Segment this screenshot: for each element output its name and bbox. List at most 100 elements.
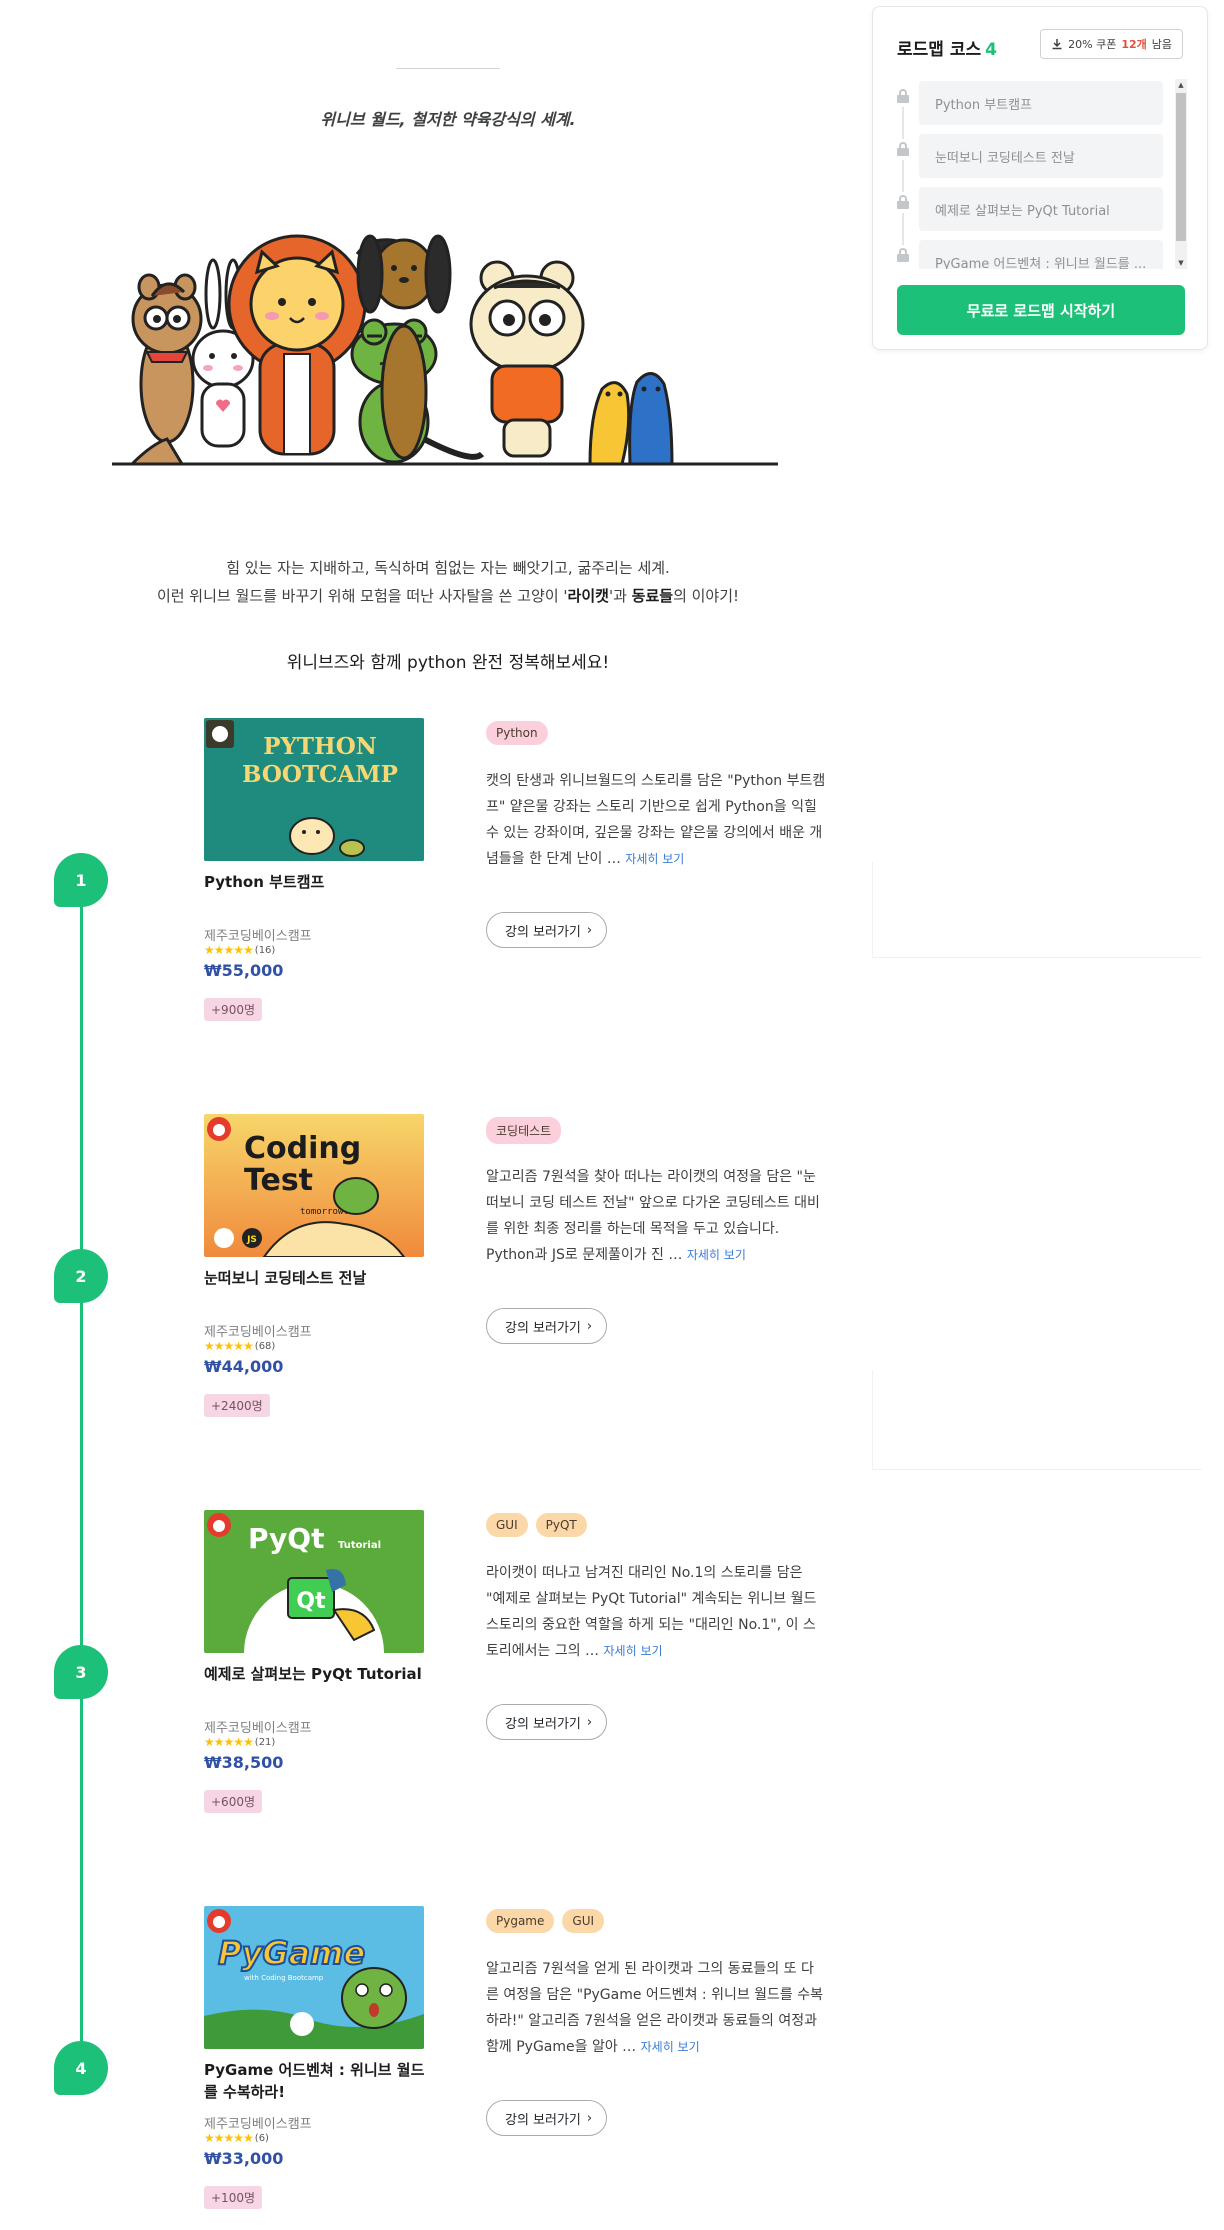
course-card-pyqt: PyQt Tutorial Qt 예제로 살펴보는 PyQt Tutorial … — [204, 1510, 844, 1840]
svg-text:PYTHON: PYTHON — [263, 733, 377, 760]
student-count-badge: +600명 — [204, 1790, 262, 1813]
intro-line-1: 힘 있는 자는 지배하고, 독식하며 힘없는 자는 빼앗기고, 굶주리는 세계. — [226, 559, 670, 577]
course-instructor: 제주코딩베이스캠프 — [204, 2117, 312, 2132]
scroll-up-arrow-icon[interactable]: ▲ — [1175, 79, 1187, 91]
read-more-link[interactable]: 자세히 보기 — [687, 1248, 746, 1262]
course-tags: Python — [486, 721, 548, 745]
lion-cat-character — [227, 234, 367, 456]
star-icons: ★★★★★ — [204, 1735, 254, 1749]
roadmap-list-item[interactable]: PyGame 어드벤쳐 : 위니브 월드를 ... — [893, 240, 1173, 269]
course-rating: ★★★★★ (68) — [204, 1339, 275, 1353]
svg-text:BOOTCAMP: BOOTCAMP — [242, 761, 398, 788]
tag-pyqt[interactable]: PyQT — [535, 1513, 587, 1537]
intro-line-2: 이런 위니브 월드를 바꾸기 위해 모험을 떠난 사자탈을 쓴 고양이 '라이캣… — [156, 587, 740, 605]
review-count: (68) — [254, 1340, 276, 1352]
connector-line — [902, 107, 904, 139]
download-icon — [1052, 39, 1062, 50]
roadmap-course-list[interactable]: Python 부트캠프 눈떠보니 코딩테스트 전날 예제로 살펴보는 PyQt … — [893, 79, 1189, 269]
course-title[interactable]: PyGame 어드벤쳐 : 위니브 월드를 수복하라! — [204, 2059, 429, 2103]
chevron-right-icon: › — [586, 1318, 593, 1334]
connector-line — [902, 160, 904, 192]
side-placeholder-panel — [872, 1370, 1202, 1470]
roadmap-sidebar-card: 로드맵 코스 4 20% 쿠폰 12개 남음 Python 부트캠프 눈떠보니 코딩테… — [872, 6, 1208, 350]
roadmap-list-item[interactable]: Python 부트캠프 — [893, 81, 1173, 139]
tag-gui[interactable]: GUI — [562, 1909, 605, 1933]
tag-pygame[interactable]: Pygame — [486, 1909, 555, 1933]
tag-python[interactable]: Python — [486, 721, 548, 745]
course-thumbnail[interactable]: PyQt Tutorial Qt — [204, 1510, 424, 1653]
roadmap-course-count: 4 — [985, 40, 997, 60]
scroll-down-arrow-icon[interactable]: ▼ — [1175, 257, 1187, 269]
course-thumbnail[interactable]: PyGame with Coding Bootcamp — [204, 1906, 424, 2049]
course-price: ₩44,000 — [204, 1357, 284, 1376]
review-count: (21) — [254, 1736, 276, 1748]
view-course-button[interactable]: 강의 보러가기 › — [486, 912, 608, 948]
tag-gui[interactable]: GUI — [486, 1513, 528, 1537]
course-description: 알고리즘 7원석을 얻게 된 라이캣과 그의 동료들의 또 다른 여정을 담은 … — [486, 1961, 824, 2055]
course-instructor: 제주코딩베이스캠프 — [204, 929, 312, 944]
roadmap-title: 로드맵 코스 4 — [897, 40, 997, 60]
course-rating: ★★★★★ (21) — [204, 1735, 275, 1749]
roadmap-item-label: 눈떠보니 코딩테스트 전날 — [919, 134, 1163, 178]
course-description: 알고리즘 7원석을 찾아 떠나는 라이캣의 여정을 담은 "눈떠보니 코딩 테스… — [486, 1169, 820, 1263]
svg-text:Test: Test — [244, 1163, 313, 1198]
lock-icon — [897, 142, 909, 156]
course-title[interactable]: 눈떠보니 코딩테스트 전날 — [204, 1267, 429, 1289]
course-rating: ★★★★★ (6) — [204, 2131, 269, 2145]
start-roadmap-button[interactable]: 무료로 로드맵 시작하기 — [897, 285, 1185, 335]
python-bootcamp-thumbnail-art: PYTHON BOOTCAMP — [204, 718, 424, 861]
course-rating: ★★★★★ (16) — [204, 943, 275, 957]
svg-text:JS: JS — [246, 1235, 257, 1245]
course-description: 캣의 탄생과 위니브월드의 스토리를 담은 "Python 부트캠프" 얕은물 … — [486, 773, 826, 867]
course-thumbnail[interactable]: PYTHON BOOTCAMP — [204, 718, 424, 861]
roadmap-list-item[interactable]: 예제로 살펴보는 PyQt Tutorial — [893, 187, 1173, 245]
svg-text:Coding: Coding — [244, 1131, 361, 1166]
course-title[interactable]: 예제로 살펴보는 PyQt Tutorial — [204, 1663, 429, 1685]
kangaroo-character — [128, 273, 203, 466]
svg-text:with Coding Bootcamp: with Coding Bootcamp — [244, 1974, 324, 1982]
svg-text:PyGame: PyGame — [218, 1934, 365, 1972]
chevron-right-icon: › — [586, 922, 593, 938]
read-more-link[interactable]: 자세히 보기 — [604, 1644, 663, 1658]
course-card-coding-test: Coding Test tomorrow... JS 눈떠보니 코딩테스트 전날… — [204, 1114, 844, 1444]
course-price: ₩33,000 — [204, 2149, 284, 2168]
course-instructor: 제주코딩베이스캠프 — [204, 1325, 312, 1340]
connector-line — [902, 213, 904, 245]
coding-test-thumbnail-art: Coding Test tomorrow... JS — [204, 1114, 424, 1257]
star-icons: ★★★★★ — [204, 2131, 254, 2145]
review-count: (16) — [254, 944, 276, 956]
course-title[interactable]: Python 부트캠프 — [204, 871, 429, 893]
view-course-button[interactable]: 강의 보러가기 › — [486, 1704, 608, 1740]
step-marker-4: 4 — [54, 2041, 108, 2095]
view-course-button[interactable]: 강의 보러가기 › — [486, 2100, 608, 2136]
svg-text:PyQt: PyQt — [248, 1522, 324, 1555]
student-count-badge: +100명 — [204, 2186, 262, 2209]
read-more-link[interactable]: 자세히 보기 — [641, 2040, 700, 2054]
roadmap-item-label: PyGame 어드벤쳐 : 위니브 월드를 ... — [919, 240, 1163, 269]
roadmap-item-label: 예제로 살펴보는 PyQt Tutorial — [919, 187, 1163, 231]
student-count-badge: +2400명 — [204, 1394, 270, 1417]
roadmap-list-item[interactable]: 눈떠보니 코딩테스트 전날 — [893, 134, 1173, 192]
lock-icon — [897, 248, 909, 262]
course-thumbnail[interactable]: Coding Test tomorrow... JS — [204, 1114, 424, 1257]
svg-text:Qt: Qt — [296, 1589, 326, 1614]
student-count-badge: +900명 — [204, 998, 262, 1021]
course-tags: 코딩테스트 — [486, 1117, 562, 1144]
lock-icon — [897, 195, 909, 209]
chevron-right-icon: › — [586, 1714, 593, 1730]
list-scrollbar[interactable]: ▲ ▼ — [1175, 79, 1187, 269]
scrollbar-thumb[interactable] — [1176, 93, 1186, 241]
blue-snake-character — [628, 372, 674, 466]
view-course-button[interactable]: 강의 보러가기 › — [486, 1308, 608, 1344]
top-divider — [396, 68, 500, 69]
coupon-download-button[interactable]: 20% 쿠폰 12개 남음 — [1040, 29, 1183, 59]
course-description: 라이캣이 떠나고 남겨진 대리인 No.1의 스토리를 담은 "예제로 살펴보는… — [486, 1565, 817, 1659]
review-count: (6) — [254, 2132, 269, 2144]
pygame-thumbnail-art: PyGame with Coding Bootcamp — [204, 1906, 424, 2049]
course-tags: Pygame GUI — [486, 1909, 605, 1933]
read-more-link[interactable]: 자세히 보기 — [625, 852, 684, 866]
characters-illustration — [112, 234, 778, 466]
tag-coding-test[interactable]: 코딩테스트 — [486, 1117, 562, 1144]
course-card-python-bootcamp: PYTHON BOOTCAMP Python 부트캠프 제주코딩베이스캠프 ★★… — [204, 718, 844, 1048]
step-marker-1: 1 — [54, 853, 108, 907]
